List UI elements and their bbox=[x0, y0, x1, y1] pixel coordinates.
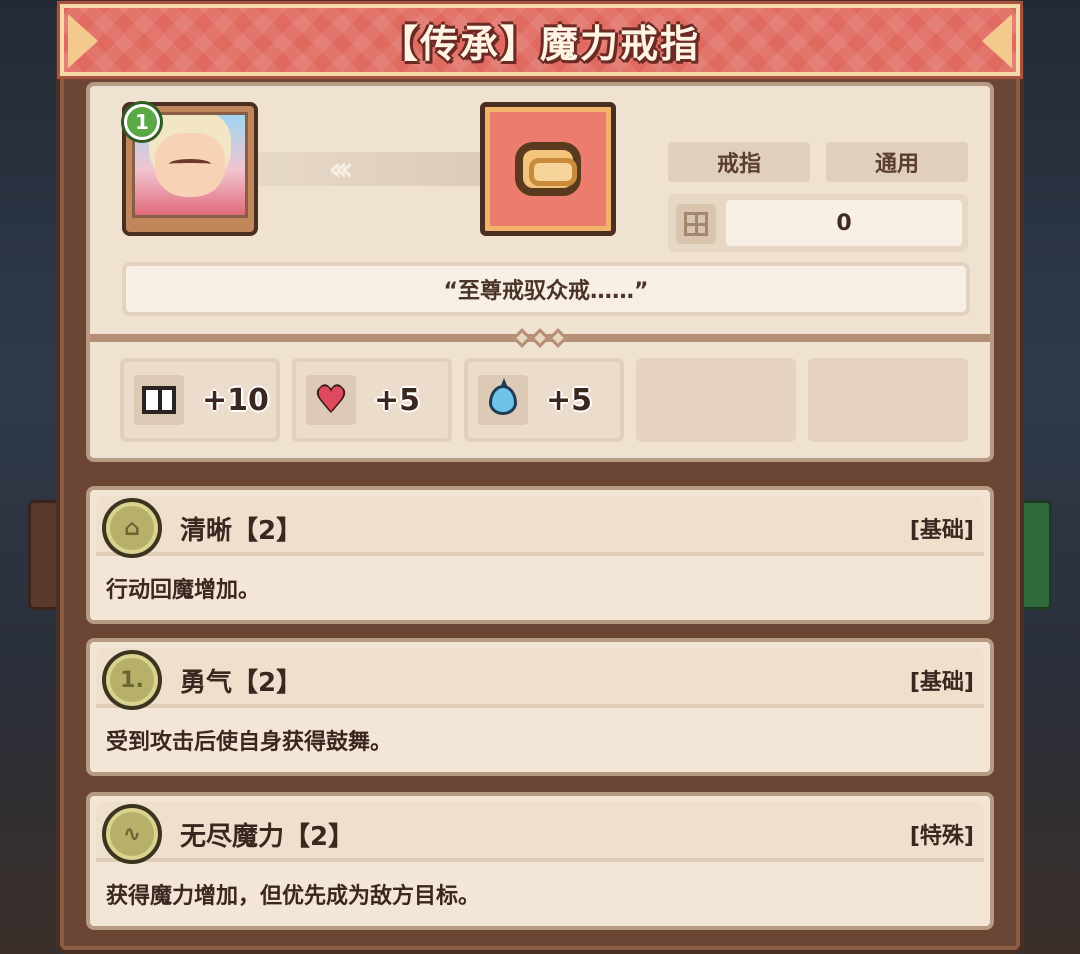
skill-type: [基础] bbox=[909, 670, 974, 695]
item-type-tag: 戒指 bbox=[668, 142, 810, 182]
mana-drop-icon bbox=[478, 375, 528, 425]
item-info-card: 1 ‹‹‹ 戒指 通用 0 “至尊戒驭众戒……” +10 ♥ +5 +5 bbox=[86, 82, 994, 462]
skill-header: 1. 勇气【2】 [基础] bbox=[96, 648, 984, 710]
skill-medal-icon: ∿ bbox=[102, 804, 162, 864]
skill-type: [基础] bbox=[909, 518, 974, 543]
hero-face-icon bbox=[155, 133, 225, 197]
background-right bbox=[1020, 0, 1080, 954]
skill-header: ⌂ 清晰【2】 [基础] bbox=[96, 496, 984, 558]
stat-value: +5 bbox=[374, 382, 421, 418]
item-detail-panel: 【传承】魔力戒指 1 ‹‹‹ 戒指 通用 0 “至尊戒驭众戒……” +10 ♥ … bbox=[56, 0, 1024, 954]
stat-value: +10 bbox=[202, 382, 269, 418]
skill-name: 勇气【2】 bbox=[180, 668, 303, 698]
level-badge: 1 bbox=[124, 104, 160, 140]
skill-medal-icon: ⌂ bbox=[102, 498, 162, 558]
item-icon-frame[interactable] bbox=[480, 102, 616, 236]
title-ornament-left bbox=[68, 14, 98, 68]
skill-description: 获得魔力增加，但优先成为敌方目标。 bbox=[106, 884, 481, 909]
skill-card[interactable]: ∿ 无尽魔力【2】 [特殊] 获得魔力增加，但优先成为敌方目标。 bbox=[86, 792, 994, 930]
item-class-tag: 通用 bbox=[826, 142, 968, 182]
side-tab-right[interactable] bbox=[1020, 500, 1052, 610]
ring-icon bbox=[515, 142, 581, 196]
skill-medal-icon: 1. bbox=[102, 650, 162, 710]
hero-portrait[interactable]: 1 bbox=[122, 102, 258, 236]
inventory-icon bbox=[676, 204, 716, 244]
item-count-value: 0 bbox=[726, 200, 962, 246]
book-icon bbox=[134, 375, 184, 425]
skill-description: 行动回魔增加。 bbox=[106, 578, 261, 603]
skill-name: 无尽魔力【2】 bbox=[180, 822, 355, 852]
item-count-box: 0 bbox=[668, 194, 968, 252]
skill-type: [特殊] bbox=[909, 824, 974, 849]
skill-card[interactable]: ⌂ 清晰【2】 [基础] 行动回魔增加。 bbox=[86, 486, 994, 624]
skill-card[interactable]: 1. 勇气【2】 [基础] 受到攻击后使自身获得鼓舞。 bbox=[86, 638, 994, 776]
transfer-arrows: ‹‹‹ bbox=[258, 149, 482, 189]
stat-value: +5 bbox=[546, 382, 593, 418]
stat-slot-health: ♥ +5 bbox=[292, 358, 452, 442]
flavor-text: “至尊戒驭众戒……” bbox=[122, 262, 970, 316]
skill-description: 受到攻击后使自身获得鼓舞。 bbox=[106, 730, 393, 755]
stat-row: +10 ♥ +5 +5 bbox=[120, 358, 970, 442]
heart-icon: ♥ bbox=[306, 375, 356, 425]
item-title: 【传承】魔力戒指 bbox=[379, 21, 700, 66]
divider-ornament bbox=[500, 326, 580, 350]
skill-header: ∿ 无尽魔力【2】 [特殊] bbox=[96, 802, 984, 864]
stat-slot-empty bbox=[808, 358, 968, 442]
stat-slot-intelligence: +10 bbox=[120, 358, 280, 442]
title-ornament-right bbox=[982, 14, 1012, 68]
title-bar: 【传承】魔力戒指 bbox=[60, 4, 1020, 76]
background-left bbox=[0, 0, 60, 954]
skill-name: 清晰【2】 bbox=[180, 516, 303, 546]
stat-slot-mana: +5 bbox=[464, 358, 624, 442]
stat-slot-empty bbox=[636, 358, 796, 442]
